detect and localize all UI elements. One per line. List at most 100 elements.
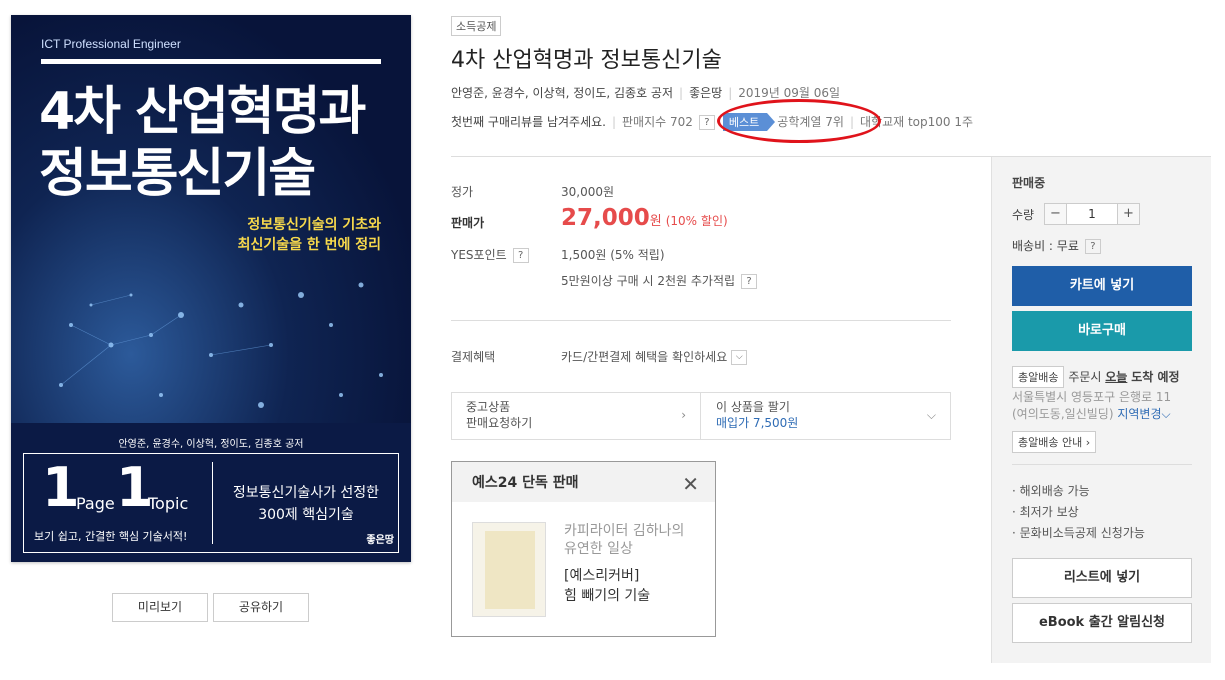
- delivery-info-label: 총알배송 안내: [1018, 436, 1083, 449]
- points-extra-row: 5만원이상 구매 시 2천원 추가적립?: [561, 272, 758, 289]
- sales-index: 판매지수 702: [622, 115, 693, 129]
- cover-number-1a: 1: [42, 456, 80, 519]
- cover-topic-label: Topic: [148, 494, 189, 513]
- divider: [1012, 464, 1192, 465]
- sale-price-value: 27,000: [561, 205, 650, 231]
- address-line1: 서울특별시 영등포구 은행로 11: [1012, 390, 1172, 404]
- close-icon[interactable]: ✕: [682, 472, 699, 496]
- cover-subtitle: 정보통신기술의 기초와 최신기술을 한 번에 정리: [238, 215, 381, 255]
- benefit-overseas: 해외배송 가능: [1019, 484, 1090, 498]
- bestseller-rank[interactable]: 공학계열 7위: [777, 115, 844, 129]
- chevron-down-icon: ⌵: [1161, 407, 1171, 421]
- chevron-down-icon[interactable]: ⌵: [731, 350, 748, 365]
- share-button[interactable]: 공유하기: [213, 593, 309, 622]
- list-price-label: 정가: [451, 185, 474, 199]
- sell-this-item[interactable]: 이 상품을 팔기 매입가 7,500원 ⌵: [702, 393, 950, 439]
- chevron-right-icon: ›: [681, 408, 686, 422]
- product-title: 4차 산업혁명과 정보통신기술: [451, 48, 722, 73]
- shipping-fee: 배송비 : 무료: [1012, 239, 1079, 253]
- product-publisher[interactable]: 좋은땅: [689, 86, 722, 100]
- thumbnail-art: [485, 531, 535, 609]
- cover-right-line2: 300제 핵심기술: [258, 507, 354, 523]
- divider: [451, 320, 951, 321]
- benefit-item: · 최저가 보상: [1012, 505, 1079, 519]
- address-block: 서울특별시 영등포구 은행로 11 (여의도동,일신빌딩) 지역변경⌵: [1012, 389, 1171, 423]
- exclusive-title[interactable]: [예스리커버] 힘 빼기의 기술: [564, 566, 650, 606]
- sales-help-icon[interactable]: ?: [698, 115, 715, 130]
- shipping-row: 배송비 : 무료?: [1012, 237, 1101, 254]
- benefit-item: · 해외배송 가능: [1012, 484, 1090, 498]
- cover-title: 4차 산업혁명과 정보통신기술: [39, 81, 366, 205]
- benefit-culture-deduction: 문화비소득공제 신청가능: [1019, 526, 1145, 540]
- address-line2: (여의도동,일신빌딩): [1012, 407, 1114, 421]
- points-label-row: YES포인트?: [451, 246, 529, 263]
- cover-feature-box: 1 Page 1 Topic 보기 쉽고, 간결한 핵심 기술서적! 정보통신기…: [23, 453, 399, 553]
- quantity-input[interactable]: 1: [1067, 204, 1117, 224]
- quantity-stepper: − 1 +: [1044, 203, 1140, 225]
- cover-page-label: Page: [76, 494, 115, 513]
- delivery-eta-row: 총알배송 주문시 오늘 도착 예정: [1012, 366, 1180, 388]
- payment-row[interactable]: 카드/간편결제 혜택을 확인하세요 ⌵: [561, 348, 748, 365]
- exclusive-subtitle[interactable]: 카피라이터 김하나의 유연한 일상: [564, 522, 684, 558]
- book-cover-image[interactable]: ICT Professional Engineer 4차 산업혁명과 정보통신기…: [11, 15, 411, 562]
- delivery-today: 오늘: [1105, 370, 1128, 384]
- sale-price-unit: 원: [649, 214, 662, 229]
- cover-rule: [41, 59, 381, 64]
- region-change-link[interactable]: 지역변경: [1117, 407, 1161, 421]
- cover-right-text: 정보통신기술사가 선정한 300제 핵심기술: [219, 482, 393, 526]
- product-meta-row: 안영준, 윤경수, 이상혁, 정이도, 김종호 공저 | 좋은땅 | 2019년 09월…: [451, 86, 841, 100]
- quantity-minus-button[interactable]: −: [1045, 204, 1067, 224]
- product-date: 2019년 09월 06일: [738, 86, 841, 100]
- add-to-wishlist-button[interactable]: 리스트에 넣기: [1012, 558, 1192, 598]
- express-delivery-tag: 총알배송: [1012, 366, 1065, 388]
- used-sell-request[interactable]: 중고상품 판매요청하기 ›: [452, 393, 701, 439]
- delivery-info-button[interactable]: 총알배송 안내 ›: [1012, 431, 1097, 453]
- cover-bottom-band: 안영준, 윤경수, 이상혁, 정이도, 김종호 공저 1 Page 1 Topi…: [11, 423, 411, 562]
- exclusive-book-thumbnail[interactable]: [472, 522, 546, 617]
- review-link[interactable]: 첫번째 구매리뷰를 남겨주세요.: [451, 115, 606, 129]
- benefit-item: · 문화비소득공제 신청가능: [1012, 526, 1145, 540]
- sale-price-label: 판매가: [451, 216, 485, 230]
- shipping-help-icon[interactable]: ?: [1084, 239, 1101, 254]
- cover-title-line1: 4차 산업혁명과: [39, 82, 366, 142]
- cover-series: ICT Professional Engineer: [41, 37, 181, 51]
- points-help-icon[interactable]: ?: [512, 248, 529, 263]
- buyback-price: 매입가 7,500원: [716, 416, 799, 430]
- sale-status: 판매중: [1012, 176, 1046, 190]
- delivery-info-row: 총알배송 안내 ›: [1012, 431, 1097, 453]
- product-authors[interactable]: 안영준, 윤경수, 이상혁, 정이도, 김종호 공저: [451, 86, 673, 100]
- cover-network-illustration: [59, 282, 383, 408]
- exclusive-line1: 카피라이터 김하나의: [564, 523, 685, 539]
- ebook-notify-button[interactable]: eBook 출간 알림신청: [1012, 603, 1192, 643]
- benefit-lowest-price: 최저가 보상: [1019, 505, 1079, 519]
- sale-price-row: 27,000원 (10% 할인): [561, 205, 728, 231]
- cover-subtitle-line2: 최신기술을 한 번에 정리: [237, 237, 381, 253]
- points-extra: 5만원이상 구매 시 2천원 추가적립: [561, 274, 736, 288]
- exclusive-line4: 힘 빼기의 기술: [564, 588, 651, 604]
- add-to-cart-button[interactable]: 카트에 넣기: [1012, 266, 1192, 306]
- buy-now-button[interactable]: 바로구매: [1012, 311, 1192, 351]
- best-badge: 베스트: [722, 113, 776, 131]
- used-line2: 판매요청하기: [466, 416, 533, 430]
- quantity-plus-button[interactable]: +: [1117, 204, 1139, 224]
- bestseller-rank-2[interactable]: 대학교재 top100 1주: [860, 115, 973, 129]
- exclusive-line2: 유연한 일상: [564, 541, 633, 557]
- list-price-value: 30,000원: [561, 185, 615, 199]
- exclusive-sale-box: 예스24 단독 판매 ✕ 카피라이터 김하나의 유연한 일상 [예스리커버] 힘…: [451, 461, 716, 637]
- points-label: YES포인트: [451, 248, 507, 262]
- cover-right-line1: 정보통신기술사가 선정한: [232, 485, 380, 501]
- benefit-list: · 해외배송 가능 · 최저가 보상 · 문화비소득공제 신청가능: [1012, 481, 1145, 544]
- used-goods-box: 중고상품 판매요청하기 › 이 상품을 팔기 매입가 7,500원 ⌵: [451, 392, 951, 440]
- exclusive-line3: [예스리커버]: [564, 568, 640, 584]
- points-value: 1,500원 (5% 적립): [561, 248, 665, 262]
- payment-label: 결제혜택: [451, 350, 496, 364]
- preview-button[interactable]: 미리보기: [112, 593, 208, 622]
- cover-title-line2: 정보통신기술: [39, 144, 316, 204]
- cover-box-divider: [212, 462, 213, 544]
- delivery-arrive: 도착 예정: [1131, 370, 1180, 384]
- used-line1: 중고상품: [466, 400, 511, 414]
- quantity-label: 수량: [1012, 208, 1035, 222]
- points-extra-help-icon[interactable]: ?: [741, 274, 758, 289]
- cover-tagline: 보기 쉽고, 간결한 핵심 기술서적!: [34, 530, 188, 543]
- chevron-down-icon: ⌵: [926, 408, 936, 422]
